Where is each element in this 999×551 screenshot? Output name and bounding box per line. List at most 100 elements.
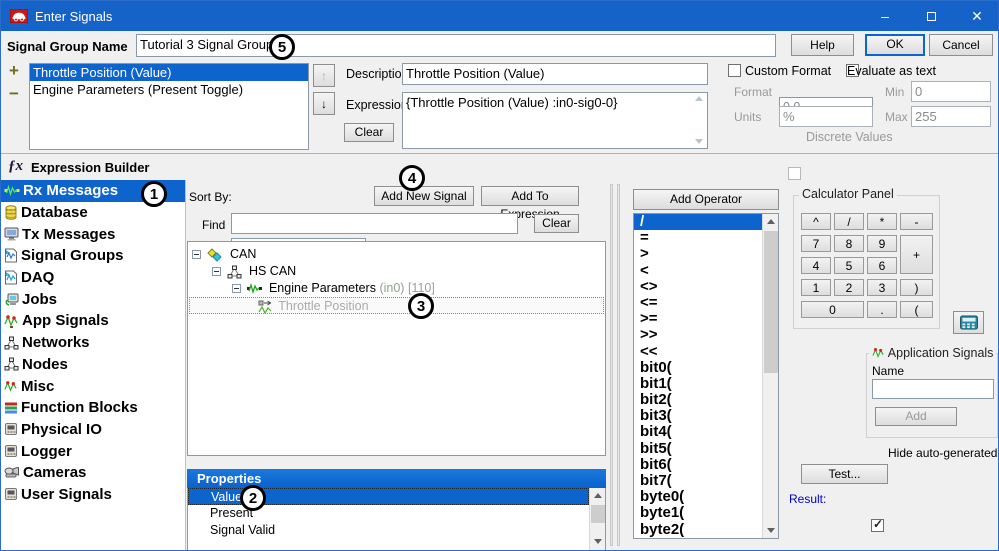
operator-item[interactable]: < <box>634 263 762 279</box>
tree-node-engine-parameters[interactable]: Engine Parameters (in0) [110] <box>232 280 435 297</box>
operator-item[interactable]: bit0( <box>634 360 762 376</box>
calc-key-9[interactable]: 9 <box>867 235 897 252</box>
operator-item[interactable]: byte0( <box>634 489 762 505</box>
sidebar-item-misc[interactable]: Misc <box>1 375 185 397</box>
calc-key-open-paren[interactable]: ( <box>900 301 933 318</box>
calc-key-3[interactable]: 3 <box>867 279 897 296</box>
calc-key-2[interactable]: 2 <box>834 279 864 296</box>
scroll-down-icon[interactable] <box>763 523 779 538</box>
remove-signal-button[interactable]: − <box>9 84 25 102</box>
close-button[interactable]: ✕ <box>954 1 999 31</box>
move-down-button[interactable]: ↓ <box>313 92 335 115</box>
add-new-signal-button[interactable]: Add New Signal <box>374 186 474 206</box>
hide-auto-generated-checkbox[interactable] <box>871 519 884 532</box>
calc-key-0[interactable]: 0 <box>801 301 864 318</box>
help-button[interactable]: Help <box>791 34 854 56</box>
operator-item[interactable]: bit1( <box>634 376 762 392</box>
operator-scrollbar[interactable] <box>762 214 779 538</box>
add-signal-button[interactable]: + <box>9 61 25 79</box>
property-item[interactable]: Signal Valid <box>188 522 605 539</box>
calc-key-caret[interactable]: ^ <box>801 213 831 230</box>
splitter-handle[interactable] <box>617 184 620 546</box>
sidebar-item-function-blocks[interactable]: Function Blocks <box>1 397 185 419</box>
min-input[interactable]: 0 <box>911 81 991 102</box>
find-clear-button[interactable]: Clear <box>534 214 579 233</box>
add-operator-button[interactable]: Add Operator <box>633 189 779 210</box>
ok-button[interactable]: OK <box>865 34 925 56</box>
collapse-icon[interactable] <box>232 284 241 293</box>
signal-group-name-input[interactable]: Tutorial 3 Signal Group <box>136 34 776 57</box>
operator-item[interactable]: bit6( <box>634 457 762 473</box>
expression-input[interactable]: {Throttle Position (Value) :in0-sig0-0} <box>402 92 708 149</box>
calc-key-minus[interactable]: - <box>900 213 933 230</box>
operator-item[interactable]: >> <box>634 327 762 343</box>
operator-item[interactable]: / <box>634 214 762 230</box>
collapse-icon[interactable] <box>212 267 221 276</box>
sidebar-item-user-signals[interactable]: User Signals <box>1 484 185 506</box>
max-input[interactable]: 255 <box>911 106 991 127</box>
calc-key-multiply[interactable]: * <box>867 213 897 230</box>
move-up-button[interactable]: ↑ <box>313 64 335 87</box>
calc-key-5[interactable]: 5 <box>834 257 864 274</box>
splitter-handle[interactable] <box>610 184 613 546</box>
units-input[interactable]: % <box>779 106 873 127</box>
sidebar-item-daq[interactable]: DAQ <box>1 267 185 289</box>
calc-key-dot[interactable]: . <box>867 301 897 318</box>
collapse-icon[interactable] <box>192 250 201 259</box>
description-input[interactable]: Throttle Position (Value) <box>402 63 708 85</box>
scroll-up-icon[interactable] <box>763 214 779 229</box>
tree-node-throttle-position[interactable]: Throttle Position <box>189 297 604 314</box>
custom-format-checkbox[interactable] <box>728 64 741 77</box>
sidebar-item-jobs[interactable]: Jobs <box>1 288 185 310</box>
operator-item[interactable]: bit3( <box>634 408 762 424</box>
app-signal-add-button[interactable]: Add <box>875 407 957 426</box>
sidebar-item-signal-groups[interactable]: Signal Groups <box>1 245 185 267</box>
sidebar-item-app-signals[interactable]: App Signals <box>1 310 185 332</box>
signal-list-item[interactable]: Engine Parameters (Present Toggle) <box>30 81 308 98</box>
operator-item[interactable]: <= <box>634 295 762 311</box>
sidebar-item-nodes[interactable]: Nodes <box>1 354 185 376</box>
scrollbar-thumb[interactable] <box>764 231 778 373</box>
operator-item[interactable]: >= <box>634 311 762 327</box>
operator-item[interactable]: > <box>634 246 762 262</box>
signal-list-item[interactable]: Throttle Position (Value) <box>30 64 308 81</box>
tree-node-can[interactable]: CAN <box>192 246 256 263</box>
tree-node-hs-can[interactable]: HS CAN <box>212 263 296 280</box>
expression-scroll-up-icon[interactable] <box>695 96 703 101</box>
calc-key-1[interactable]: 1 <box>801 279 831 296</box>
minimize-button[interactable]: – <box>862 1 908 31</box>
add-to-expression-button[interactable]: Add To Expression <box>481 186 579 206</box>
scroll-down-icon[interactable] <box>590 534 606 549</box>
calc-key-4[interactable]: 4 <box>801 257 831 274</box>
sidebar-item-tx-messages[interactable]: Tx Messages <box>1 223 185 245</box>
find-input[interactable] <box>231 213 518 234</box>
operator-item[interactable]: bit4( <box>634 424 762 440</box>
maximize-button[interactable] <box>908 1 954 31</box>
cancel-button[interactable]: Cancel <box>929 34 993 56</box>
sidebar-item-physical-io[interactable]: Physical IO <box>1 419 185 441</box>
sidebar-item-cameras[interactable]: Cameras <box>1 462 185 484</box>
operator-item[interactable]: = <box>634 230 762 246</box>
operator-item[interactable]: << <box>634 344 762 360</box>
calc-key-6[interactable]: 6 <box>867 257 897 274</box>
calculator-popup-button[interactable] <box>953 311 984 334</box>
sidebar-item-networks[interactable]: Networks <box>1 332 185 354</box>
expression-clear-button[interactable]: Clear <box>344 123 394 142</box>
calc-key-plus[interactable]: + <box>900 235 933 274</box>
operator-item[interactable]: byte2( <box>634 522 762 538</box>
operator-item[interactable]: byte1( <box>634 505 762 521</box>
app-signal-name-input[interactable] <box>872 379 994 399</box>
properties-scrollbar[interactable] <box>589 488 606 551</box>
operator-item[interactable]: <> <box>634 279 762 295</box>
operator-item[interactable]: bit7( <box>634 473 762 489</box>
operator-item[interactable]: bit5( <box>634 441 762 457</box>
operator-item[interactable]: bit2( <box>634 392 762 408</box>
calc-key-8[interactable]: 8 <box>834 235 864 252</box>
calc-key-7[interactable]: 7 <box>801 235 831 252</box>
calc-key-close-paren[interactable]: ) <box>900 279 933 296</box>
sidebar-item-logger[interactable]: Logger <box>1 440 185 462</box>
test-button[interactable]: Test... <box>801 464 888 484</box>
discrete-values-checkbox[interactable] <box>788 167 801 180</box>
calc-key-divide[interactable]: / <box>834 213 864 230</box>
scroll-up-icon[interactable] <box>590 488 606 503</box>
